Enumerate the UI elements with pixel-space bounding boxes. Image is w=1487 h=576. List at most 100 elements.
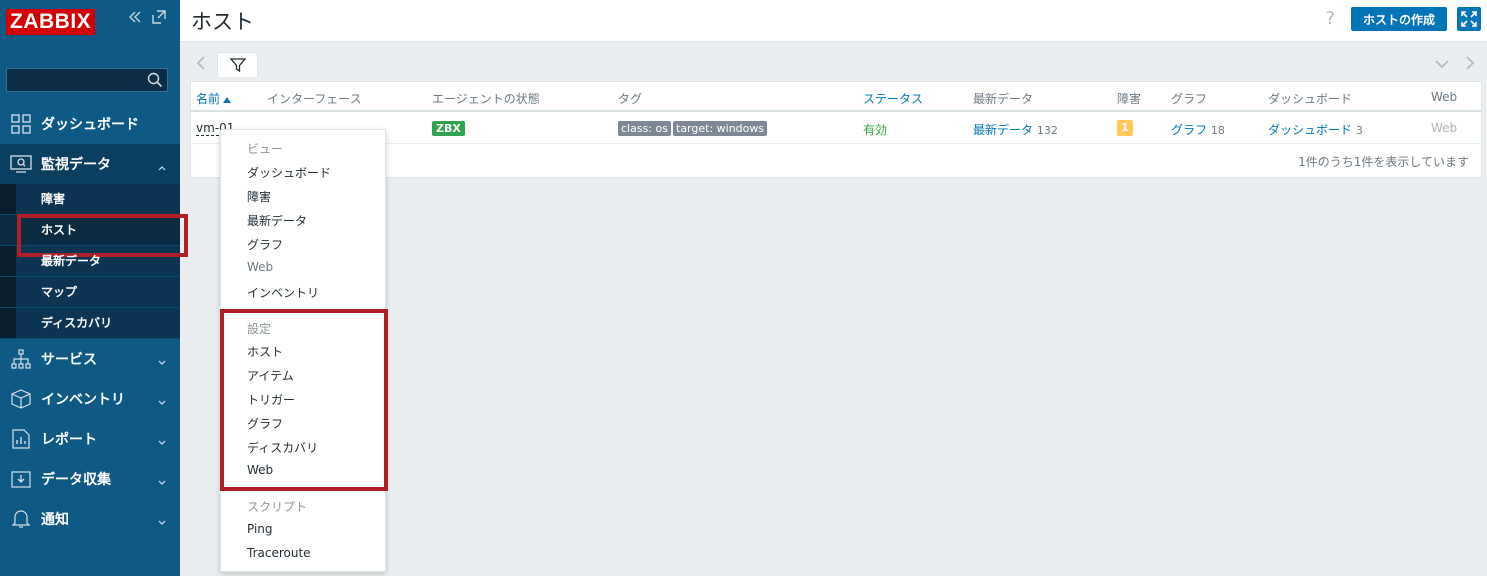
nav-label: データ収集 bbox=[41, 472, 111, 488]
nav-data-collection[interactable]: データ収集 bbox=[0, 459, 180, 499]
web-value: Web bbox=[1431, 121, 1458, 135]
nav-reports[interactable]: レポート bbox=[0, 419, 180, 459]
graphs-count: 18 bbox=[1210, 124, 1225, 137]
chevron-down-icon bbox=[158, 474, 166, 490]
chevron-up-icon bbox=[158, 159, 166, 175]
status-value[interactable]: 有効 bbox=[863, 121, 887, 138]
table-header: 名前 インターフェース エージェントの状態 タグ ステータス 最新データ 障害 … bbox=[191, 82, 1481, 112]
graphs-link[interactable]: グラフ bbox=[1171, 123, 1207, 137]
menu-item-dashboard[interactable]: ダッシュボード bbox=[247, 164, 331, 181]
nav-label: ダッシュボード bbox=[41, 117, 139, 133]
menu-section-view: ビュー bbox=[247, 142, 284, 156]
create-host-button[interactable]: ホストの作成 bbox=[1351, 7, 1447, 31]
bell-icon bbox=[10, 508, 32, 530]
latest-data-count: 132 bbox=[1036, 124, 1058, 137]
search-input[interactable] bbox=[7, 69, 137, 91]
collapse-sidebar-icon[interactable] bbox=[128, 10, 142, 24]
column-tags: タグ bbox=[618, 92, 643, 106]
submenu-hosts[interactable]: ホスト bbox=[0, 214, 188, 257]
agent-status-badge[interactable]: ZBX bbox=[432, 121, 465, 136]
chevron-down-icon bbox=[158, 514, 166, 530]
sidebar: ZABBIX ダッシュボード 監視データ 障害 ホスト 最新データ マップ ディ… bbox=[0, 0, 188, 576]
table-footer-info: 1件のうち1件を表示しています bbox=[1298, 155, 1469, 169]
menu-item-inventory[interactable]: インベントリ bbox=[247, 284, 319, 301]
latest-data-link[interactable]: 最新データ bbox=[973, 123, 1033, 137]
menu-item-latest-data[interactable]: 最新データ bbox=[247, 212, 307, 229]
sort-asc-icon bbox=[223, 97, 232, 103]
column-agent: エージェントの状態 bbox=[432, 92, 540, 106]
latest-data-cell: 最新データ 132 bbox=[973, 121, 1058, 138]
nav-label: サービス bbox=[41, 352, 97, 368]
logo-row: ZABBIX bbox=[0, 0, 180, 44]
menu-item-traceroute[interactable]: Traceroute bbox=[247, 546, 311, 560]
search-icon[interactable] bbox=[147, 72, 163, 91]
zabbix-logo[interactable]: ZABBIX bbox=[6, 9, 96, 35]
fullscreen-icon bbox=[1461, 11, 1477, 27]
nav-label: レポート bbox=[41, 432, 97, 448]
nav-alerts[interactable]: 通知 bbox=[0, 499, 180, 539]
dashboard-icon bbox=[10, 113, 32, 135]
nav-dashboard[interactable]: ダッシュボード bbox=[0, 104, 180, 144]
submenu-latest-data[interactable]: 最新データ bbox=[0, 246, 180, 277]
column-status[interactable]: ステータス bbox=[863, 90, 923, 107]
chevron-right-icon[interactable] bbox=[1465, 56, 1475, 73]
nav-monitoring[interactable]: 監視データ bbox=[0, 144, 180, 184]
column-dashboards: ダッシュボード bbox=[1268, 92, 1353, 106]
nav-services[interactable]: サービス bbox=[0, 339, 180, 379]
monitoring-submenu: 障害 ホスト 最新データ マップ ディスカバリ bbox=[0, 184, 188, 339]
nav-label: 通知 bbox=[41, 512, 69, 528]
filter-tab[interactable] bbox=[217, 52, 258, 77]
menu-item-config-triggers[interactable]: トリガー bbox=[247, 391, 295, 408]
menu-item-config-host[interactable]: ホスト bbox=[247, 343, 283, 360]
chevron-down-icon[interactable] bbox=[1435, 58, 1449, 72]
nav-label: インベントリ bbox=[41, 392, 125, 408]
dashboards-link[interactable]: ダッシュボード bbox=[1268, 123, 1352, 137]
nav-inventory[interactable]: インベントリ bbox=[0, 379, 180, 419]
inventory-icon bbox=[10, 388, 32, 410]
filter-icon bbox=[229, 58, 246, 73]
menu-item-config-graphs[interactable]: グラフ bbox=[247, 415, 283, 432]
menu-item-web: Web bbox=[247, 260, 274, 274]
filter-row bbox=[180, 52, 1487, 77]
fullscreen-button[interactable] bbox=[1457, 7, 1481, 31]
page-header: ホスト ? ホストの作成 bbox=[180, 0, 1487, 42]
column-interface: インターフェース bbox=[267, 92, 362, 106]
submenu-problems[interactable]: 障害 bbox=[0, 184, 180, 215]
chevron-left-icon[interactable] bbox=[196, 56, 206, 73]
problem-count-badge[interactable]: 1 bbox=[1117, 120, 1133, 136]
chevron-down-icon bbox=[158, 434, 166, 450]
dashboards-cell: ダッシュボード 3 bbox=[1268, 121, 1363, 138]
host-context-menu: ビュー ダッシュボード 障害 最新データ グラフ Web インベントリ 設定 ホ… bbox=[220, 129, 386, 572]
sidebar-controls bbox=[128, 10, 166, 24]
main-nav: ダッシュボード 監視データ 障害 ホスト 最新データ マップ ディスカバリ サー… bbox=[0, 104, 188, 539]
tag-badge[interactable]: class: os bbox=[618, 121, 671, 136]
menu-item-ping[interactable]: Ping bbox=[247, 522, 273, 536]
menu-section-scripts: スクリプト bbox=[247, 500, 308, 514]
page-title: ホスト bbox=[191, 10, 254, 34]
nav-label: 監視データ bbox=[41, 157, 111, 173]
menu-item-config-items[interactable]: アイテム bbox=[247, 367, 294, 384]
monitoring-icon bbox=[10, 153, 32, 175]
tag-badge[interactable]: target: windows bbox=[673, 121, 768, 136]
sidebar-search bbox=[6, 68, 168, 92]
menu-item-config-web[interactable]: Web bbox=[247, 463, 273, 477]
column-graphs: グラフ bbox=[1171, 92, 1208, 106]
submenu-discovery[interactable]: ディスカバリ bbox=[0, 308, 180, 339]
services-icon bbox=[10, 348, 32, 370]
hide-sidebar-icon[interactable] bbox=[152, 10, 166, 24]
help-icon[interactable]: ? bbox=[1325, 8, 1335, 29]
menu-item-config-discovery[interactable]: ディスカバリ bbox=[247, 439, 318, 456]
data-collection-icon bbox=[10, 468, 32, 490]
column-name[interactable]: 名前 bbox=[196, 90, 232, 107]
chevron-down-icon bbox=[158, 354, 166, 370]
menu-item-problems[interactable]: 障害 bbox=[247, 188, 271, 205]
submenu-maps[interactable]: マップ bbox=[0, 277, 180, 308]
menu-item-graphs[interactable]: グラフ bbox=[247, 236, 283, 253]
column-problems: 障害 bbox=[1117, 92, 1142, 106]
column-web: Web bbox=[1431, 90, 1458, 104]
reports-icon bbox=[10, 428, 32, 450]
chevron-down-icon bbox=[158, 394, 166, 410]
column-latest: 最新データ bbox=[973, 92, 1034, 106]
graphs-cell: グラフ 18 bbox=[1171, 121, 1225, 138]
menu-section-config: 設定 bbox=[247, 322, 272, 336]
